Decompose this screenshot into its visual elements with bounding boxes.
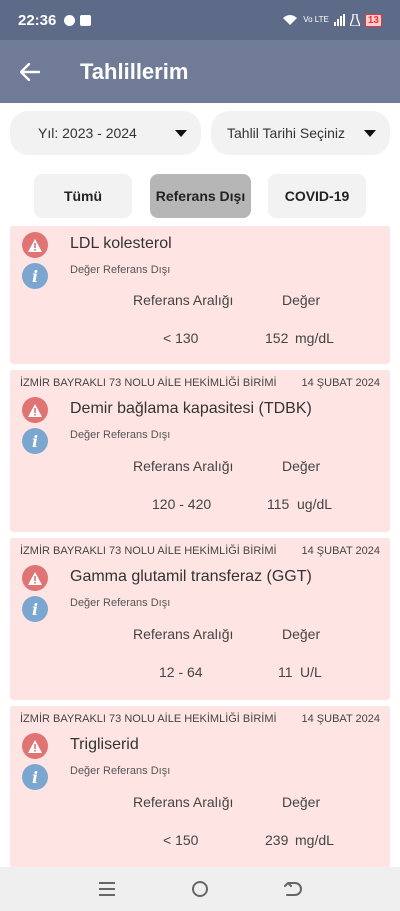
test-name: LDL kolesterol	[70, 235, 172, 252]
volte-label: Vo LTE	[303, 15, 329, 24]
back-button[interactable]	[0, 40, 60, 103]
test-name: Demir bağlama kapasitesi (TDBK)	[70, 400, 312, 417]
status-time: 22:36	[18, 11, 57, 29]
reference-header: Referans Aralığı	[133, 458, 234, 474]
info-icon[interactable]: i	[22, 764, 48, 790]
caret-down-icon	[364, 129, 376, 137]
recent-apps-button[interactable]	[89, 871, 125, 907]
value-header: Değer	[282, 292, 321, 308]
message-icon	[64, 14, 76, 26]
info-icon[interactable]: i	[22, 596, 48, 622]
test-status: Değer Referans Dışı	[70, 264, 171, 276]
card-header: İZMİR BAYRAKLI 73 NOLU AİLE HEKİMLİĞİ Bİ…	[20, 377, 380, 389]
test-unit: U/L	[300, 664, 322, 680]
test-name: Trigliserid	[70, 736, 139, 753]
status-bar: 22:36 Vo LTE 13	[0, 0, 400, 40]
test-date: 14 ŞUBAT 2024	[301, 377, 380, 389]
page-title: Tahlillerim	[80, 58, 189, 84]
card-header: İZMİR BAYRAKLI 73 NOLU AİLE HEKİMLİĞİ Bİ…	[20, 545, 380, 557]
status-icons: Vo LTE 13	[282, 13, 382, 27]
test-unit: ug/dL	[297, 496, 333, 512]
warning-icon	[22, 733, 48, 759]
test-date: 14 ŞUBAT 2024	[301, 545, 380, 557]
wifi-icon	[283, 15, 298, 25]
system-nav-bar	[0, 867, 400, 911]
test-unit: mg/dL	[295, 832, 334, 848]
warning-icon	[22, 232, 48, 258]
result-card[interactable]: İZMİR BAYRAKLI 73 NOLU AİLE HEKİMLİĞİ Bİ…	[10, 370, 390, 532]
reference-range: < 150	[163, 832, 199, 848]
warning-icon	[22, 565, 48, 591]
result-card[interactable]: İZMİR BAYRAKLI 73 NOLU AİLE HEKİMLİĞİ Bİ…	[10, 706, 390, 867]
year-dropdown-value: Yıl: 2023 - 2024	[38, 125, 137, 141]
test-value: 11	[278, 664, 293, 680]
tab-all[interactable]: Tümü	[34, 174, 132, 218]
battery-indicator: 13	[364, 13, 382, 27]
tab-covid19[interactable]: COVID-19	[268, 174, 366, 218]
result-card[interactable]: LDL kolesterol i Değer Referans Dışı Ref…	[10, 226, 390, 364]
results-list[interactable]: LDL kolesterol i Değer Referans Dışı Ref…	[10, 226, 390, 867]
test-date: 14 ŞUBAT 2024	[301, 713, 380, 725]
reference-header: Referans Aralığı	[133, 626, 234, 642]
test-status: Değer Referans Dışı	[70, 429, 171, 441]
value-header: Değer	[282, 458, 321, 474]
signal-icon	[333, 14, 345, 26]
value-header: Değer	[282, 626, 321, 642]
year-dropdown[interactable]: Yıl: 2023 - 2024	[10, 111, 201, 155]
date-dropdown[interactable]: Tahlil Tarihi Seçiniz	[211, 111, 390, 155]
institution-name: İZMİR BAYRAKLI 73 NOLU AİLE HEKİMLİĞİ Bİ…	[20, 545, 277, 557]
filters-row: Yıl: 2023 - 2024 Tahlil Tarihi Seçiniz	[10, 111, 390, 155]
reference-range: 120 - 420	[152, 496, 212, 512]
info-icon[interactable]: i	[22, 263, 48, 289]
test-status: Değer Referans Dışı	[70, 765, 171, 777]
app-bar: Tahlillerim	[0, 40, 400, 103]
institution-name: İZMİR BAYRAKLI 73 NOLU AİLE HEKİMLİĞİ Bİ…	[20, 713, 277, 725]
back-nav-button[interactable]	[275, 871, 311, 907]
test-value: 152	[265, 330, 289, 346]
info-icon[interactable]: i	[22, 428, 48, 454]
reference-header: Referans Aralığı	[133, 292, 234, 308]
result-card[interactable]: İZMİR BAYRAKLI 73 NOLU AİLE HEKİMLİĞİ Bİ…	[10, 538, 390, 700]
caret-down-icon	[175, 129, 187, 137]
reference-header: Referans Aralığı	[133, 794, 234, 810]
home-icon	[191, 881, 208, 897]
value-header: Değer	[282, 794, 321, 810]
flask-icon	[349, 14, 360, 26]
test-value: 115	[267, 496, 290, 512]
menu-icon	[98, 882, 115, 896]
back-nav-icon	[284, 882, 303, 896]
test-status: Değer Referans Dışı	[70, 597, 171, 609]
date-dropdown-value: Tahlil Tarihi Seçiniz	[227, 125, 346, 141]
card-header: İZMİR BAYRAKLI 73 NOLU AİLE HEKİMLİĞİ Bİ…	[20, 713, 380, 725]
warning-icon	[22, 397, 48, 423]
test-value: 239	[265, 832, 289, 848]
filter-tabs: Tümü Referans Dışı COVID-19	[0, 174, 400, 218]
home-button[interactable]	[182, 871, 218, 907]
test-name: Gamma glutamil transferaz (GGT)	[70, 568, 312, 585]
reference-range: 12 - 64	[159, 664, 203, 680]
reference-range: < 130	[163, 330, 199, 346]
test-unit: mg/dL	[295, 330, 334, 346]
institution-name: İZMİR BAYRAKLI 73 NOLU AİLE HEKİMLİĞİ Bİ…	[20, 377, 277, 389]
notification-app-icon	[80, 14, 92, 26]
back-arrow-icon	[20, 62, 40, 81]
tab-out-of-range[interactable]: Referans Dışı	[150, 174, 251, 218]
